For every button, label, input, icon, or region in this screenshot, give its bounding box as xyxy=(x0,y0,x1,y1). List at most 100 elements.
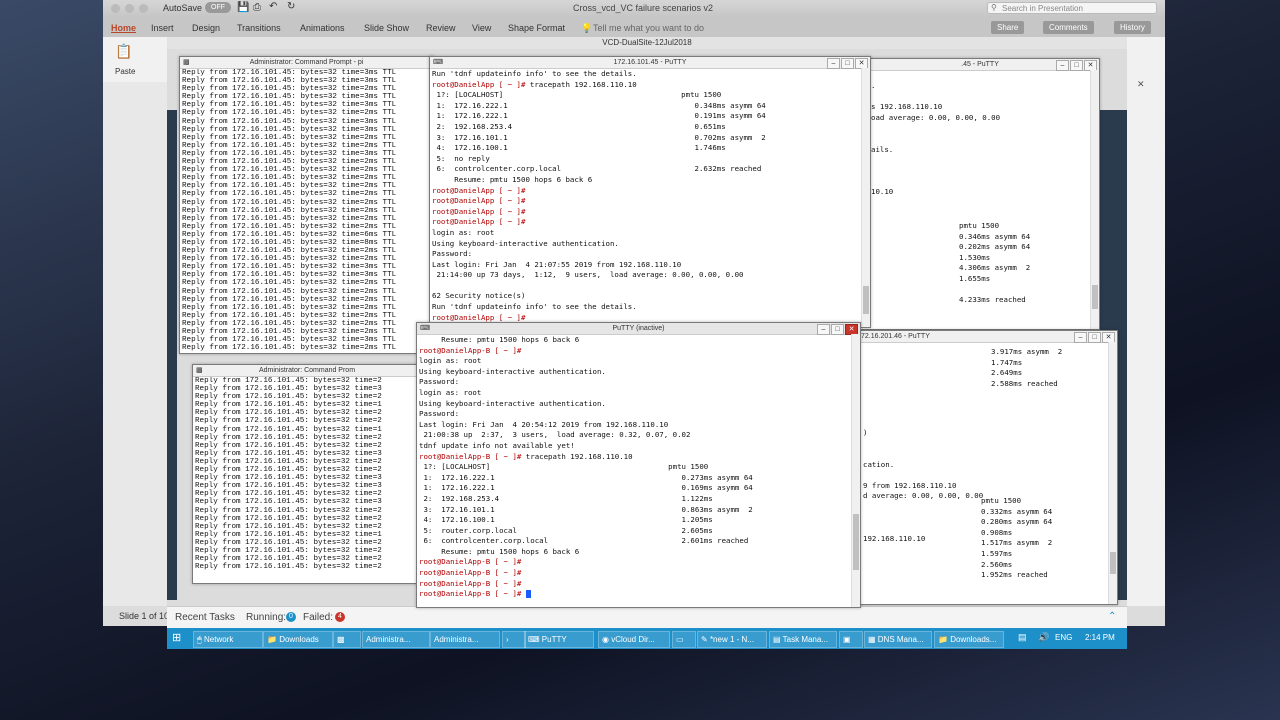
tab-design[interactable]: Design xyxy=(192,23,220,33)
failed-label: Failed: xyxy=(303,612,334,623)
taskbar-putty[interactable]: ⌨ PuTTY xyxy=(524,631,594,648)
taskbar-cmd-icon[interactable]: ▩ xyxy=(333,631,361,648)
taskbar-notepad[interactable]: ✎ *new 1 - N... xyxy=(697,631,767,648)
minimize-button[interactable]: – xyxy=(1074,332,1087,343)
autosave-toggle[interactable]: OFF xyxy=(205,2,231,13)
chevron-up-icon[interactable]: ⌃ xyxy=(1108,611,1116,622)
putty-top-titlebar[interactable]: ⌨ 172.16.101.45 - PuTTY – □ ✕ xyxy=(430,57,870,69)
line-text: 0.332ms asymm 64 xyxy=(981,506,1053,516)
cmd-window-2[interactable]: ▩ Administrator: Command Prom Reply from… xyxy=(192,364,422,584)
terminal-line: Password: xyxy=(419,377,858,388)
history-button[interactable]: History xyxy=(1114,21,1151,34)
scrollbar-thumb[interactable] xyxy=(1110,552,1116,574)
shell-prompt: root@DanielApp [ ~ ]# xyxy=(432,196,526,206)
putty-inactive-titlebar[interactable]: ⌨ PuTTY (inactive) – □ ✕ xyxy=(417,323,860,335)
minimize-window-button[interactable] xyxy=(125,4,134,13)
terminal-line: 2.560ms xyxy=(981,560,1052,571)
terminal-line: Reply from 172.16.101.45: bytes=32 time=… xyxy=(182,117,397,126)
tab-slide-show[interactable]: Slide Show xyxy=(364,23,409,33)
cmd-window-1-titlebar[interactable]: ▩ Administrator: Command Prompt - pi xyxy=(180,57,433,69)
paste-label[interactable]: Paste xyxy=(115,67,135,76)
putty-right-top-window[interactable]: .45 - PuTTY – □ ✕ . s 192.168.110.10 oad av… xyxy=(860,58,1100,330)
taskbar-label: Administra... xyxy=(366,635,411,644)
clock[interactable]: 2:14 PM xyxy=(1085,633,1115,642)
line-text: 1: 172.16.222.1 0.348ms asymm 64 xyxy=(432,100,766,110)
putty-top-window[interactable]: ⌨ 172.16.101.45 - PuTTY – □ ✕ Run 'tdnf up… xyxy=(429,56,871,328)
scrollbar[interactable] xyxy=(861,68,870,327)
terminal-line: Reply from 172.16.101.45: bytes=32 time=… xyxy=(182,319,397,328)
tab-view[interactable]: View xyxy=(472,23,491,33)
taskbar-network[interactable]: 🖱 Network xyxy=(193,631,263,648)
search-input[interactable]: Search in Presentation xyxy=(987,2,1157,14)
windows-start-icon[interactable]: ⊞ xyxy=(172,631,181,644)
scrollbar-thumb[interactable] xyxy=(853,514,859,570)
terminal-line: Reply from 172.16.101.45: bytes=32 time=… xyxy=(182,214,397,223)
close-icon[interactable]: ✕ xyxy=(1137,79,1145,90)
taskbar-downloads[interactable]: 📁 Downloads xyxy=(263,631,333,648)
putty-right-top-titlebar[interactable]: .45 - PuTTY – □ ✕ xyxy=(861,59,1099,71)
minimize-button[interactable]: – xyxy=(1056,60,1069,71)
share-button[interactable]: Share xyxy=(991,21,1025,34)
save-icon[interactable]: 💾 xyxy=(237,2,249,13)
tab-transitions[interactable]: Transitions xyxy=(237,23,281,33)
tab-review[interactable]: Review xyxy=(426,23,456,33)
scrollbar[interactable] xyxy=(851,334,860,607)
autosave-label: AutoSave xyxy=(163,3,203,13)
clipboard-icon[interactable]: 📋 xyxy=(115,43,132,60)
taskbar-powershell-icon[interactable]: › xyxy=(502,631,526,648)
language-indicator[interactable]: ENG xyxy=(1055,633,1072,642)
putty-inactive-window[interactable]: ⌨ PuTTY (inactive) – □ ✕ Resume: pmtu 1500… xyxy=(416,322,861,608)
tell-me-input[interactable]: Tell me what you want to do xyxy=(593,23,704,33)
line-text: 1.517ms asymm 2 xyxy=(981,538,1053,548)
line-text: 2.560ms xyxy=(981,559,1013,569)
maximize-button[interactable]: □ xyxy=(1070,60,1083,71)
tab-insert[interactable]: Insert xyxy=(151,23,174,33)
cmd-window-2-titlebar[interactable]: ▩ Administrator: Command Prom xyxy=(193,365,421,377)
taskbar-downloads-2[interactable]: 📁 Downloads... xyxy=(934,631,1004,648)
close-window-button[interactable] xyxy=(111,4,120,13)
redo-icon[interactable]: ↻ xyxy=(287,1,295,12)
taskbar-vcloud[interactable]: ◉ vCloud Dir... xyxy=(598,631,670,648)
lightbulb-icon: 💡 xyxy=(581,23,593,33)
print-icon[interactable]: ⎙ xyxy=(253,2,261,13)
taskbar-label: DNS Mana... xyxy=(877,635,924,644)
taskbar-admin-1[interactable]: Administra... xyxy=(362,631,430,648)
terminal-line: 1: 172.16.222.1 0.169ms asymm 64 xyxy=(419,483,858,494)
terminal-line: . xyxy=(871,81,876,90)
minimize-button[interactable]: – xyxy=(817,324,830,335)
tab-animations[interactable]: Animations xyxy=(300,23,345,33)
line-text: Run 'tdnf updateinfo info' to see the de… xyxy=(432,302,637,312)
tab-shape-format[interactable]: Shape Format xyxy=(508,23,565,33)
line-text: 0.346ms asymm 64 xyxy=(959,231,1031,241)
recent-tasks-label[interactable]: Recent Tasks xyxy=(175,612,235,623)
taskbar-admin-2[interactable]: Administra... xyxy=(430,631,500,648)
taskbar-app-icon[interactable]: ▣ xyxy=(839,631,863,648)
volume-icon[interactable]: 🔊 xyxy=(1038,632,1049,643)
vcd-sidebar xyxy=(167,110,177,600)
zoom-window-button[interactable] xyxy=(139,4,148,13)
terminal-line: Reply from 172.16.101.45: bytes=32 time=… xyxy=(182,174,397,183)
network-tray-icon[interactable]: ▤ xyxy=(1018,632,1027,643)
maximize-button[interactable]: □ xyxy=(831,324,844,335)
line-text: Using keyboard-interactive authenticatio… xyxy=(419,366,606,376)
tab-home[interactable]: Home xyxy=(111,23,136,33)
putty-right-bottom-titlebar[interactable]: 72.16.201.46 - PuTTY – □ ✕ xyxy=(859,331,1117,343)
cmd-window-1[interactable]: ▩ Administrator: Command Prompt - pi Rep… xyxy=(179,56,434,354)
maximize-button[interactable]: □ xyxy=(841,58,854,69)
terminal-line: 1: 172.16.222.1 0.191ms asymm 64 xyxy=(432,111,868,122)
minimize-button[interactable]: – xyxy=(827,58,840,69)
putty-right-bottom-window[interactable]: 72.16.201.46 - PuTTY – □ ✕ ) cation. 9 fro… xyxy=(858,330,1118,605)
scrollbar-thumb[interactable] xyxy=(863,286,869,314)
maximize-button[interactable]: □ xyxy=(1088,332,1101,343)
scrollbar-thumb[interactable] xyxy=(1092,285,1098,309)
taskbar-task-manager[interactable]: ▤ Task Mana... xyxy=(769,631,837,648)
taskbar-window-icon[interactable]: ▭ xyxy=(672,631,696,648)
scrollbar[interactable] xyxy=(1090,70,1099,329)
taskbar-dns-manager[interactable]: ▦ DNS Mana... xyxy=(864,631,932,648)
line-text: 4.306ms asymm 2 xyxy=(959,263,1031,273)
comments-button[interactable]: Comments xyxy=(1043,21,1094,34)
undo-icon[interactable]: ↶ xyxy=(269,1,277,12)
scrollbar[interactable] xyxy=(1108,342,1117,604)
